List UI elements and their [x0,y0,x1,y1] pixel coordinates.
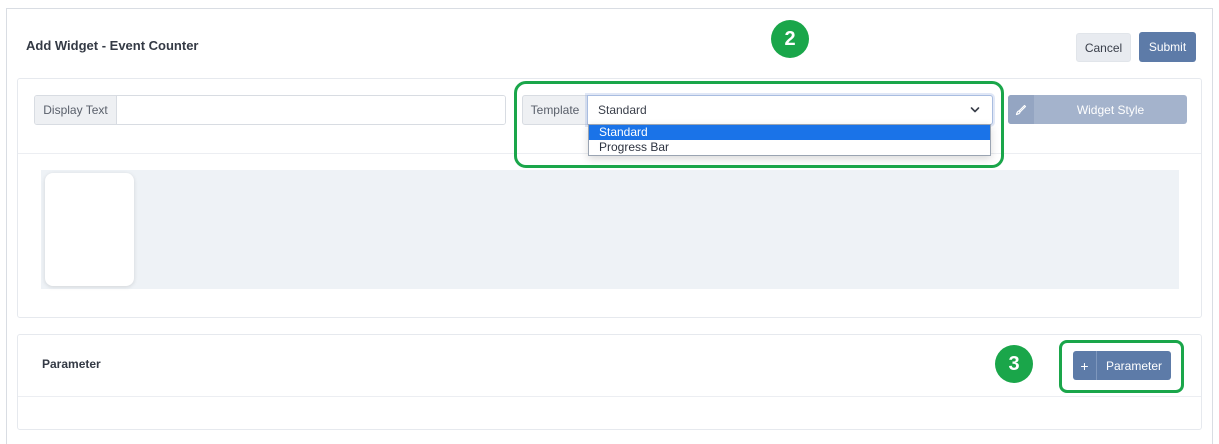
display-text-input[interactable] [117,96,505,124]
parameter-title: Parameter [42,357,101,371]
annotation-badge-2: 2 [771,20,809,58]
brush-icon [1008,95,1034,124]
widget-style-label: Widget Style [1076,102,1145,117]
widget-preview-area [41,170,1179,289]
annotation-highlight-template [514,81,1004,168]
submit-button[interactable]: Submit [1139,32,1196,62]
cancel-button[interactable]: Cancel [1076,33,1131,62]
widget-style-button[interactable]: Widget Style [1008,95,1187,124]
add-parameter-label: Parameter [1105,358,1163,373]
add-parameter-button[interactable]: + Parameter [1073,351,1171,380]
annotation-badge-3: 3 [995,345,1033,383]
widget-preview-card [45,173,134,286]
plus-icon: + [1073,351,1097,380]
display-text-group: Display Text [34,95,506,125]
page-title: Add Widget - Event Counter [26,38,199,53]
parameter-divider [18,396,1201,397]
display-text-label: Display Text [35,96,117,124]
